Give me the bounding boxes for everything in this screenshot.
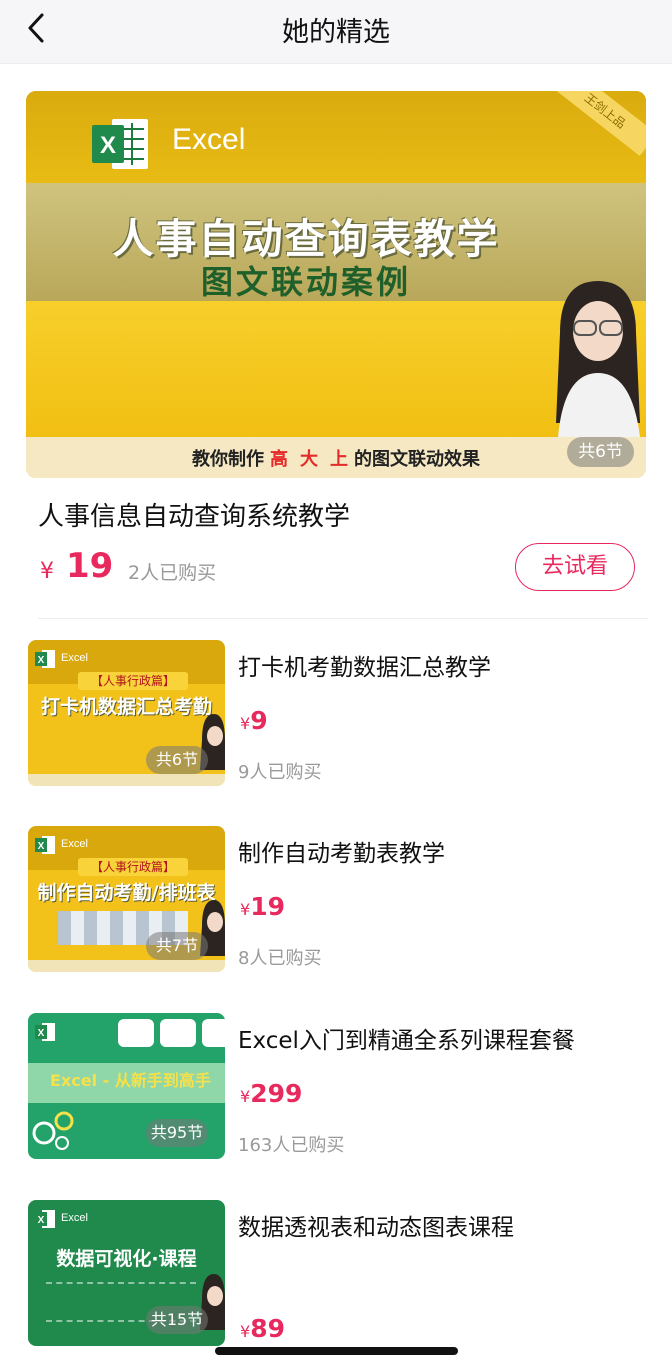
banner-title: 人事自动查询表教学 (112, 215, 500, 263)
price-currency: ¥ (240, 1322, 251, 1341)
nav-bar: 她的精选 (0, 0, 672, 64)
thumb-title: 数据可视化·课程 (56, 1248, 197, 1270)
caption-highlight: 上 (330, 449, 348, 470)
thumb-title: Excel - 从新手到高手 (50, 1071, 211, 1090)
course-thumbnail: X Excel 【人事行政篇】 打卡机数据汇总考勤 共6节 (28, 640, 225, 786)
thumb-strip (28, 774, 225, 786)
course-buyers: 8人已购买 (238, 948, 322, 969)
thumb-title: 打卡机数据汇总考勤 (40, 696, 212, 718)
excel-logo-icon: X (92, 119, 148, 169)
thumb-chip (202, 1019, 225, 1047)
featured-course-banner[interactable]: X Excel 王剑上品 人事自动查询表教学 图文联动案例 教你制作高大上的图文… (26, 91, 646, 478)
course-price: ¥89 (240, 1314, 285, 1343)
thumb-chip (160, 1019, 196, 1047)
section-divider (38, 618, 648, 619)
lesson-count-badge: 共7节 (146, 932, 208, 960)
featured-course-price: 19 (66, 546, 114, 586)
price-currency: ¥ (40, 559, 54, 584)
caption-highlight: 大 (300, 449, 318, 470)
thumb-chip (118, 1019, 154, 1047)
thumb-strip (28, 960, 225, 972)
thumb-tag: 【人事行政篇】 (78, 858, 188, 876)
caption-prefix: 教你制作 (192, 449, 264, 470)
gear-decoration-icon (32, 1111, 74, 1150)
course-price: ¥19 (240, 892, 285, 921)
thumb-title: 制作自动考勤/排班表 (37, 882, 216, 904)
course-thumbnail: X Excel - 从新手到高手 共95节 (28, 1013, 225, 1159)
excel-logo-icon: X (35, 1210, 55, 1228)
price-currency: ¥ (240, 1087, 251, 1106)
price-currency: ¥ (240, 900, 251, 919)
thumb-tag: 【人事行政篇】 (78, 672, 188, 690)
course-list-item[interactable]: X Excel 数据可视化·课程 共15节 数据透视表和动态图表课程 ¥89 (0, 1200, 672, 1350)
course-list-item[interactable]: X Excel 【人事行政篇】 制作自动考勤/排班表 共7节 制作自动考勤表教学… (0, 826, 672, 976)
course-title: 制作自动考勤表教学 (238, 841, 445, 867)
svg-text:X: X (100, 132, 116, 159)
course-buyers: 9人已购买 (238, 762, 322, 783)
course-list-item[interactable]: X Excel 【人事行政篇】 打卡机数据汇总考勤 共6节 打卡机考勤数据汇总教… (0, 640, 672, 790)
svg-text:X: X (38, 841, 45, 852)
excel-logo-icon: X (35, 836, 55, 854)
caption-highlight: 高 (270, 449, 288, 470)
svg-text:X: X (38, 1215, 45, 1226)
course-price: ¥9 (240, 706, 268, 735)
home-indicator[interactable] (215, 1347, 458, 1355)
course-thumbnail: X Excel 【人事行政篇】 制作自动考勤/排班表 共7节 (28, 826, 225, 972)
caption-suffix: 的图文联动效果 (354, 449, 480, 470)
svg-text:X: X (38, 1028, 45, 1039)
thumb-brand: Excel (61, 652, 88, 664)
page-title: 她的精选 (282, 17, 390, 48)
thumb-brand: Excel (61, 838, 88, 850)
price-value: 299 (250, 1079, 303, 1108)
lesson-count-badge: 共6节 (567, 437, 634, 467)
course-list-item[interactable]: X Excel - 从新手到高手 共95节 Excel入门到精通全系列课程套餐 … (0, 1013, 672, 1163)
excel-logo-icon: X (35, 1023, 55, 1041)
svg-text:X: X (38, 655, 45, 666)
course-title: 数据透视表和动态图表课程 (238, 1215, 514, 1241)
course-title: Excel入门到精通全系列课程套餐 (238, 1028, 575, 1054)
excel-brand-text: Excel (172, 123, 246, 156)
price-value: 9 (250, 706, 268, 735)
featured-course-title[interactable]: 人事信息自动查询系统教学 (38, 496, 350, 533)
banner-subtitle: 图文联动案例 (200, 263, 411, 301)
banner-caption: 教你制作高大上的图文联动效果 (26, 445, 646, 471)
course-thumbnail: X Excel 数据可视化·课程 共15节 (28, 1200, 225, 1346)
price-value: 19 (250, 892, 285, 921)
course-buyers: 163人已购买 (238, 1135, 345, 1156)
lesson-count-badge: 共95节 (146, 1119, 208, 1147)
price-currency: ¥ (240, 714, 251, 733)
featured-course-buyers: 2人已购买 (128, 562, 217, 584)
course-price: ¥299 (240, 1079, 302, 1108)
instructor-photo (556, 281, 640, 437)
lesson-count-badge: 共6节 (146, 746, 208, 774)
try-preview-button[interactable]: 去试看 (515, 543, 635, 591)
excel-logo-icon: X (35, 650, 55, 668)
price-value: 89 (250, 1314, 285, 1343)
thumb-brand: Excel (61, 1212, 88, 1224)
lesson-count-badge: 共15节 (146, 1306, 208, 1334)
banner-caption-strip: 教你制作高大上的图文联动效果 (26, 437, 646, 478)
course-title: 打卡机考勤数据汇总教学 (238, 655, 491, 681)
